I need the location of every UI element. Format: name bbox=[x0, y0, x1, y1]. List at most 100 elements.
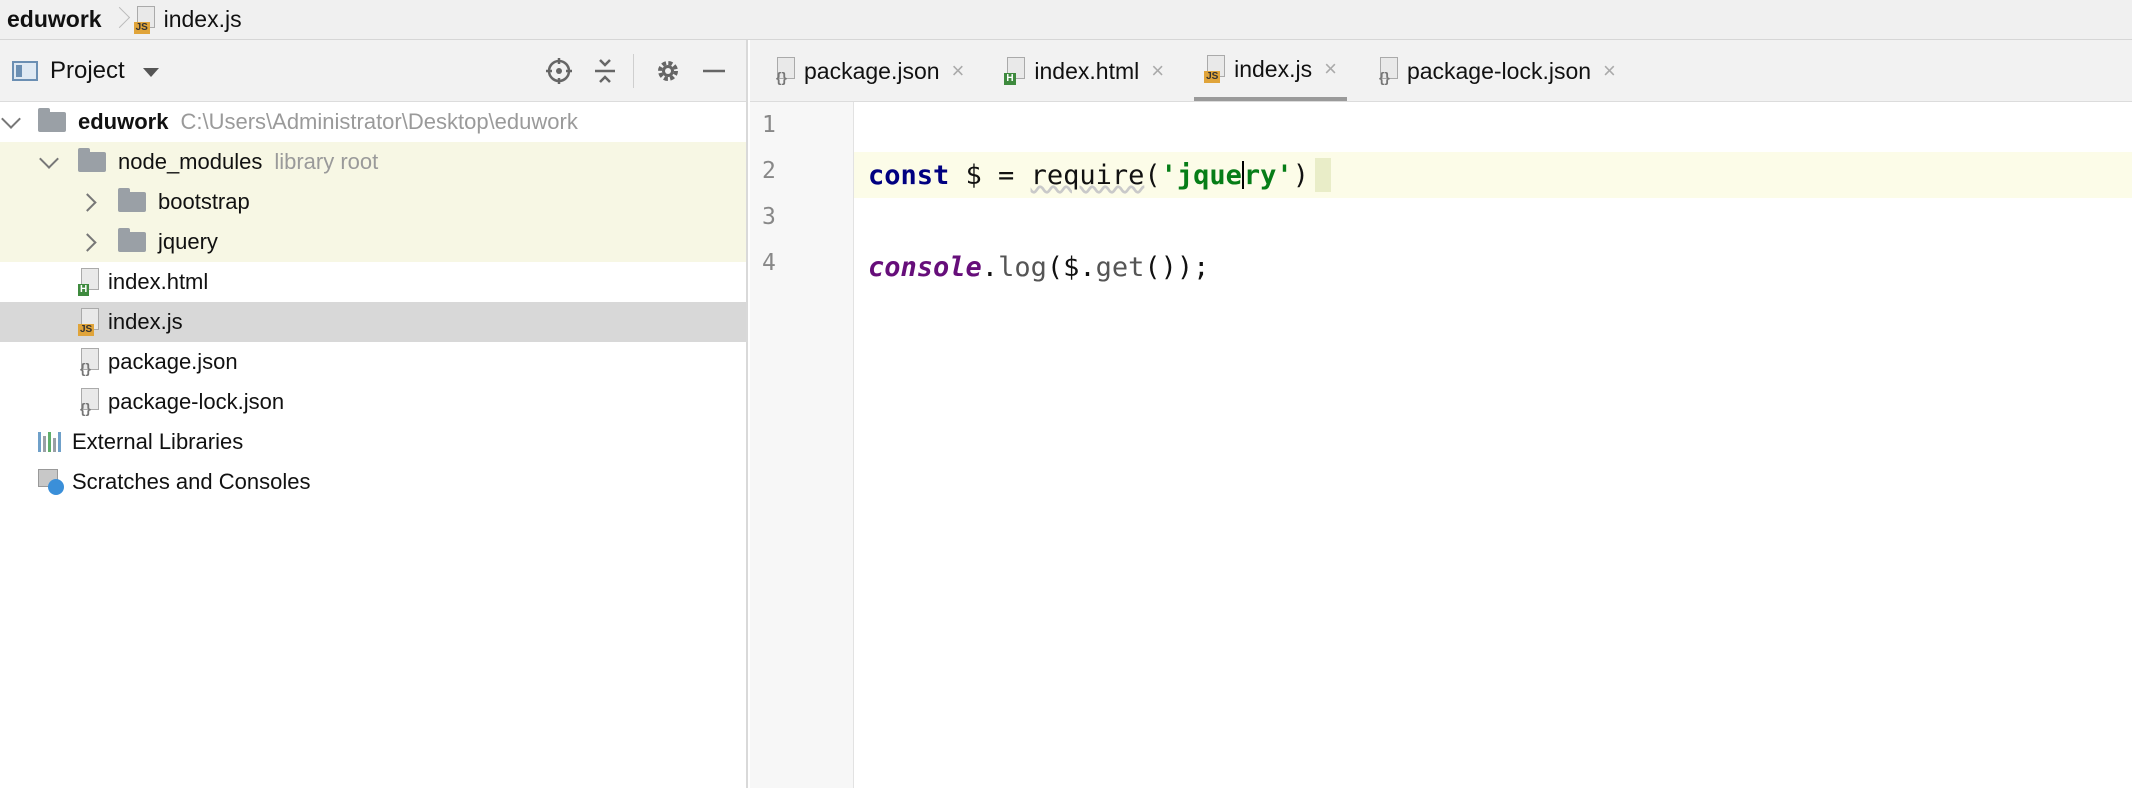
tab-index-html[interactable]: H index.html × bbox=[994, 41, 1174, 101]
line-number: 1 bbox=[762, 112, 776, 138]
json-file-icon: {} bbox=[78, 348, 100, 376]
string-literal-start: 'jque bbox=[1160, 159, 1242, 191]
keyword-const: const bbox=[868, 159, 950, 191]
collapse-all-button[interactable] bbox=[585, 51, 625, 91]
libraries-icon bbox=[38, 432, 64, 452]
call-open: ($. bbox=[1046, 251, 1096, 283]
tree-item-eduwork[interactable]: eduwork C:\Users\Administrator\Desktop\e… bbox=[0, 102, 746, 142]
close-icon[interactable]: × bbox=[1603, 58, 1616, 84]
folder-icon bbox=[118, 228, 146, 252]
chevron-down-icon bbox=[142, 67, 159, 77]
line-number: 4 bbox=[762, 250, 776, 276]
project-tree: eduwork C:\Users\Administrator\Desktop\e… bbox=[0, 102, 746, 502]
tree-item-bootstrap[interactable]: bootstrap bbox=[0, 182, 746, 222]
string-literal-end: ry' bbox=[1243, 159, 1293, 191]
tree-item-index-js[interactable]: JS index.js bbox=[0, 302, 746, 342]
close-icon[interactable]: × bbox=[952, 58, 965, 84]
tab-index-js[interactable]: JS index.js × bbox=[1194, 41, 1347, 101]
json-file-icon: {} bbox=[1377, 57, 1399, 85]
require-call: require bbox=[1030, 159, 1145, 191]
chevron-right-icon[interactable] bbox=[76, 231, 98, 253]
open-paren: ( bbox=[1144, 159, 1161, 191]
chevron-down-icon[interactable] bbox=[0, 111, 22, 133]
breadcrumb-separator bbox=[112, 6, 126, 34]
get-method: get bbox=[1095, 251, 1145, 283]
close-icon[interactable]: × bbox=[1324, 56, 1337, 82]
chevron-right-icon[interactable] bbox=[76, 191, 98, 213]
tab-label: index.html bbox=[1034, 57, 1140, 84]
tree-item-index-html[interactable]: H index.html bbox=[0, 262, 746, 302]
tree-item-package-lock-json[interactable]: {} package-lock.json bbox=[0, 382, 746, 422]
tree-item-jquery[interactable]: jquery bbox=[0, 222, 746, 262]
tree-item-label: bootstrap bbox=[158, 189, 250, 214]
declaration: $ = bbox=[949, 159, 1031, 191]
tree-item-label: package.json bbox=[108, 349, 238, 374]
tree-item-label: eduwork bbox=[78, 109, 169, 134]
tree-item-external-libraries[interactable]: External Libraries bbox=[0, 422, 746, 462]
folder-icon bbox=[78, 148, 106, 172]
editor: {} package.json × H index.html × JS inde… bbox=[750, 40, 2132, 788]
project-view-selector[interactable]: Project bbox=[12, 57, 159, 85]
dot: . bbox=[981, 251, 999, 283]
code-line-1[interactable] bbox=[854, 106, 2132, 152]
call-close: ()); bbox=[1144, 251, 1210, 283]
minimize-icon bbox=[703, 69, 725, 73]
tree-item-scratches[interactable]: Scratches and Consoles bbox=[0, 462, 746, 502]
tree-item-package-json[interactable]: {} package.json bbox=[0, 342, 746, 382]
tree-item-node-modules[interactable]: node_modules library root bbox=[0, 142, 746, 182]
project-pane-toolbar bbox=[533, 40, 734, 102]
tree-item-note: library root bbox=[274, 149, 379, 174]
tree-item-label: index.js bbox=[108, 309, 183, 334]
tree-item-label: index.html bbox=[108, 269, 209, 294]
toolbar-divider bbox=[633, 54, 634, 88]
project-pane-header: Project bbox=[0, 40, 746, 102]
tree-item-label: package-lock.json bbox=[108, 389, 285, 414]
tree-item-path: C:\Users\Administrator\Desktop\eduwork bbox=[180, 109, 578, 134]
tab-label: package.json bbox=[804, 57, 940, 84]
code-line-3[interactable] bbox=[854, 198, 2132, 244]
breadcrumb-project[interactable]: eduwork bbox=[7, 6, 102, 33]
breadcrumb: eduwork JS index.js bbox=[0, 0, 2132, 40]
editor-tab-bar: {} package.json × H index.html × JS inde… bbox=[750, 40, 2132, 102]
hide-pane-button[interactable] bbox=[694, 51, 734, 91]
tab-label: package-lock.json bbox=[1406, 57, 1592, 84]
chevron-down-icon[interactable] bbox=[38, 151, 60, 173]
json-file-icon: {} bbox=[774, 57, 796, 85]
code-line-4[interactable]: console. log ($. get ()); bbox=[854, 244, 2132, 290]
folder-icon bbox=[38, 108, 66, 132]
folder-icon bbox=[118, 188, 146, 212]
js-file-icon: JS bbox=[1204, 55, 1226, 83]
tab-package-json[interactable]: {} package.json × bbox=[764, 41, 974, 101]
js-file-icon: JS bbox=[78, 308, 100, 336]
project-pane: Project eduwork C:\Users\Administrator\D… bbox=[0, 40, 748, 788]
project-pane-title: Project bbox=[50, 56, 125, 84]
project-icon bbox=[12, 60, 38, 81]
tree-item-label: jquery bbox=[158, 229, 218, 254]
tree-item-label: node_modules bbox=[118, 149, 263, 174]
line-number-gutter: 1 2 3 4 bbox=[750, 102, 854, 788]
close-icon[interactable]: × bbox=[1151, 58, 1164, 84]
breadcrumb-file-label: index.js bbox=[163, 6, 242, 32]
collapse-all-icon bbox=[595, 59, 615, 83]
settings-button[interactable] bbox=[648, 51, 688, 91]
js-file-icon: JS bbox=[133, 5, 156, 34]
tree-item-label: External Libraries bbox=[72, 429, 244, 454]
breadcrumb-file[interactable]: JS index.js bbox=[133, 5, 242, 34]
code-line-2[interactable]: const $ = require('jque ry') bbox=[854, 152, 2132, 198]
tab-label: index.js bbox=[1234, 55, 1313, 82]
log-method: log bbox=[998, 251, 1047, 283]
code-editor[interactable]: const $ = require('jque ry') console. log(… bbox=[854, 102, 2132, 788]
html-file-icon: H bbox=[78, 268, 100, 296]
tab-package-lock-json[interactable]: {} package-lock.json × bbox=[1367, 41, 1626, 101]
json-file-icon: {} bbox=[78, 388, 100, 416]
close-paren: ) bbox=[1292, 159, 1309, 191]
crosshair-icon bbox=[546, 58, 572, 84]
console-object: console bbox=[868, 251, 982, 283]
tree-item-label: Scratches and Consoles bbox=[72, 469, 311, 494]
html-file-icon: H bbox=[1004, 57, 1026, 85]
line-number: 3 bbox=[762, 204, 776, 230]
locate-file-button[interactable] bbox=[539, 51, 579, 91]
gear-icon bbox=[658, 61, 678, 81]
caret-row-marker bbox=[1314, 158, 1331, 192]
line-number: 2 bbox=[762, 158, 776, 184]
